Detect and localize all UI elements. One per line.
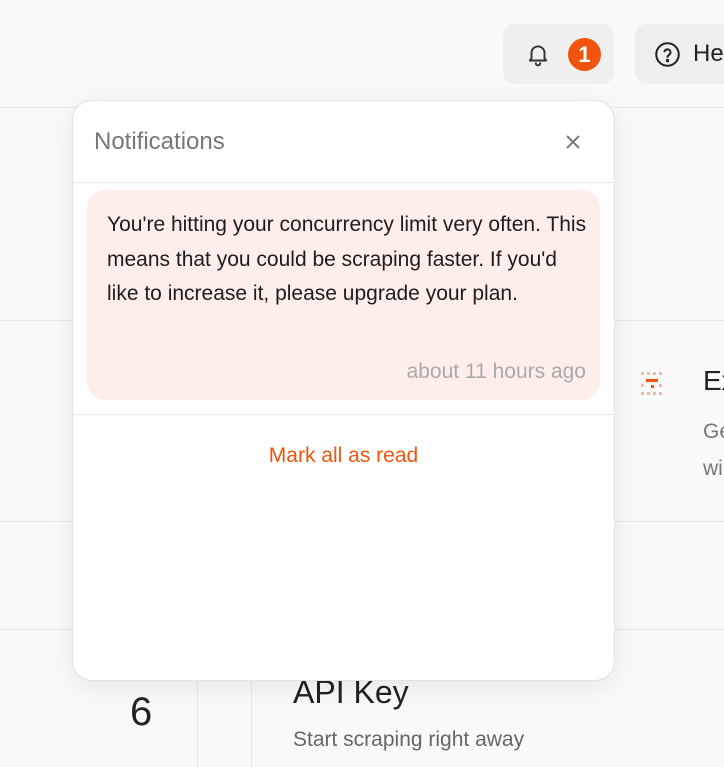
notifications-popover: Notifications You're hitting your concur…	[72, 100, 615, 681]
notification-message: You're hitting your concurrency limit ve…	[107, 213, 587, 305]
extension-card-title: Ex	[703, 365, 724, 396]
step-number: 6	[130, 690, 153, 734]
help-button-label: He	[693, 40, 724, 67]
close-icon[interactable]	[560, 129, 586, 155]
top-bar: 1 He	[0, 0, 724, 108]
help-button[interactable]: He	[635, 24, 724, 84]
notifications-button[interactable]: 1	[503, 24, 614, 84]
extension-card-description: Ge wi	[703, 420, 724, 480]
popover-title: Notifications	[94, 128, 225, 155]
notification-item[interactable]: You're hitting your concurrency limit ve…	[87, 190, 600, 400]
popover-divider	[73, 414, 614, 415]
api-key-subtitle: Start scraping right away	[293, 728, 525, 751]
help-circle-icon	[655, 42, 680, 67]
notification-count-badge: 1	[568, 38, 601, 71]
notification-timestamp: about 11 hours ago	[406, 360, 586, 383]
mark-all-read-button[interactable]: Mark all as read	[73, 444, 614, 468]
bell-icon	[528, 45, 548, 67]
extension-icon	[641, 372, 662, 395]
popover-divider	[73, 182, 614, 183]
